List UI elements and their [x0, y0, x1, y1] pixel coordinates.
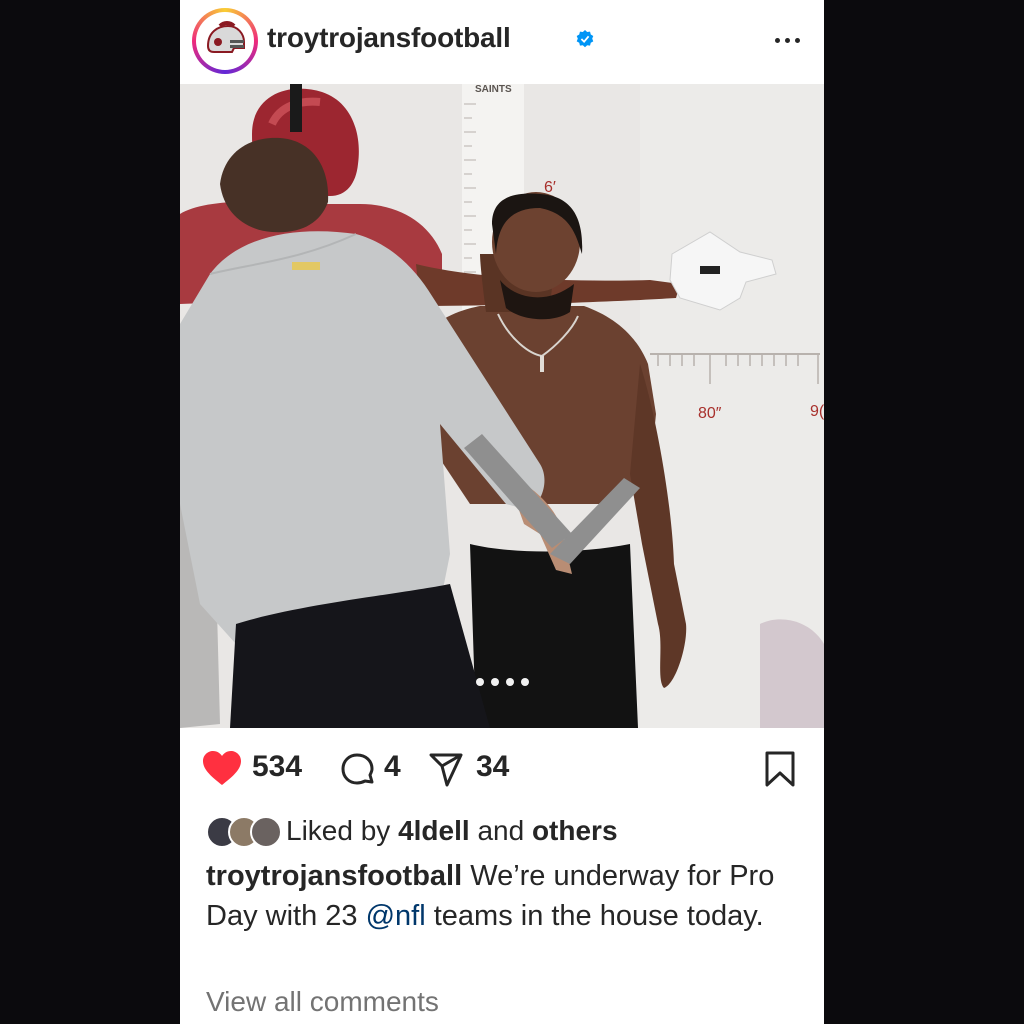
- post-image[interactable]: SAINTS 6′ 80″ 9(: [180, 84, 824, 728]
- caption-username[interactable]: troytrojansfootball: [206, 860, 462, 892]
- liked-by: Liked by 4ldell and others: [206, 812, 806, 852]
- comment-count[interactable]: 4: [384, 750, 401, 784]
- liker-avatars[interactable]: [206, 816, 286, 848]
- like-count[interactable]: 534: [252, 750, 302, 784]
- caption-mention[interactable]: @nfl: [366, 900, 426, 932]
- post-header: troytrojansfootball: [180, 0, 824, 84]
- carousel-dot: [521, 678, 529, 686]
- liked-by-prefix: Liked by: [286, 815, 391, 846]
- post-actions: 534 4 34: [180, 740, 824, 800]
- instagram-post: troytrojansfootball SAINTS 6′ 80″ 9(534…: [180, 0, 824, 1024]
- carousel-dot: [491, 678, 499, 686]
- right-background: [824, 0, 1024, 1024]
- view-all-comments-link[interactable]: View all comments: [206, 986, 439, 1018]
- carousel-indicator: [474, 678, 534, 688]
- post-username[interactable]: troytrojansfootball: [267, 22, 511, 54]
- left-background: [0, 0, 180, 1024]
- chart-label: SAINTS: [475, 84, 512, 95]
- caption-text-end: teams in the house today.: [433, 900, 764, 932]
- liked-by-joiner: and: [477, 815, 525, 846]
- liked-by-others[interactable]: others: [532, 815, 618, 846]
- post-caption: troytrojansfootball We’re underway for P…: [206, 856, 806, 936]
- avatar[interactable]: [192, 8, 258, 74]
- bookmark-icon[interactable]: [764, 750, 796, 788]
- more-options-icon[interactable]: [768, 26, 808, 54]
- paper-plane-icon[interactable]: [428, 752, 464, 788]
- liked-by-user[interactable]: 4ldell: [398, 815, 470, 846]
- wingspan-80-label: 80″: [698, 405, 722, 422]
- comment-bubble-icon[interactable]: [340, 752, 376, 788]
- carousel-dot-active: [476, 678, 484, 686]
- liked-by-text[interactable]: Liked by 4ldell and others: [286, 815, 618, 847]
- verified-badge-icon: [576, 30, 594, 48]
- carousel-dot: [506, 678, 514, 686]
- avatar: [250, 816, 282, 848]
- wingspan-90-label: 9(: [810, 403, 824, 420]
- share-count[interactable]: 34: [476, 750, 509, 784]
- trojan-helmet-icon: [196, 12, 254, 70]
- heart-filled-icon[interactable]: [202, 750, 242, 786]
